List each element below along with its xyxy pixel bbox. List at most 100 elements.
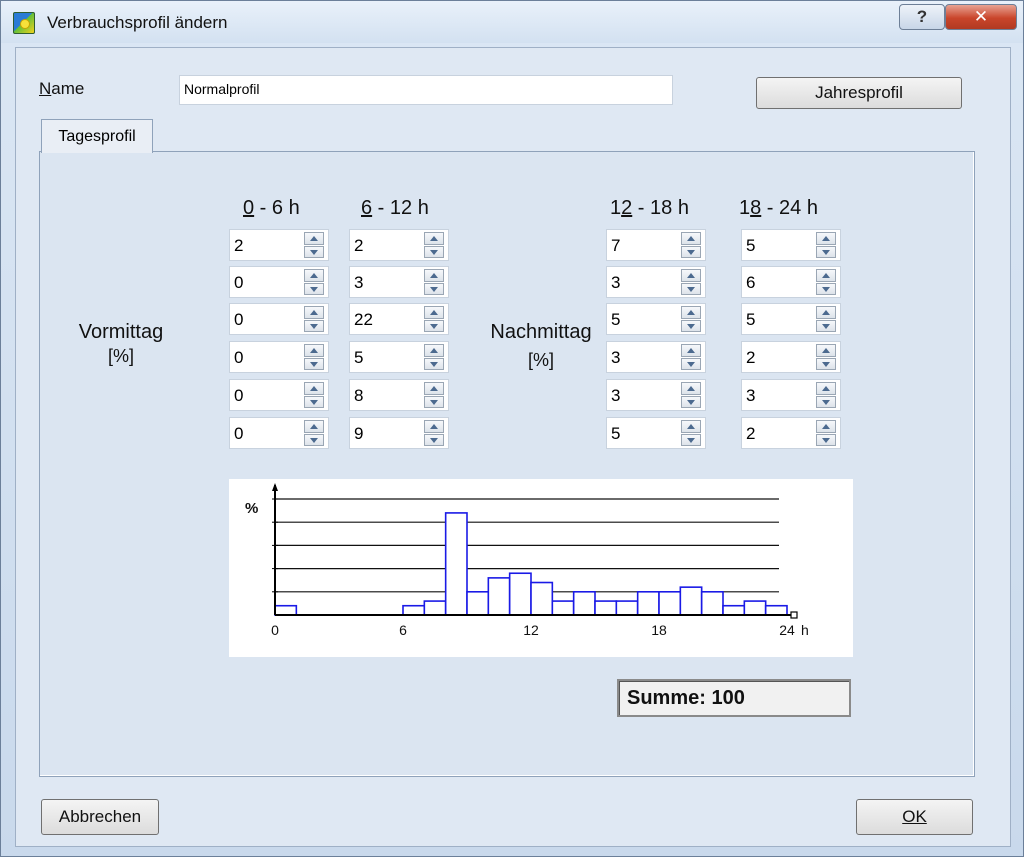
cancel-button[interactable]: Abbrechen — [41, 799, 159, 835]
hour-spinbox[interactable]: 9 — [349, 417, 449, 449]
spin-up-icon[interactable] — [816, 269, 836, 282]
spin-down-icon[interactable] — [681, 433, 701, 446]
hour-value[interactable]: 6 — [746, 273, 755, 293]
hour-value[interactable]: 0 — [234, 348, 243, 368]
hour-spinbox[interactable]: 5 — [606, 417, 706, 449]
hour-value[interactable]: 5 — [746, 236, 755, 256]
hour-value[interactable]: 0 — [234, 386, 243, 406]
spin-up-icon[interactable] — [304, 382, 324, 395]
hour-value[interactable]: 0 — [234, 273, 243, 293]
hour-value[interactable]: 7 — [611, 236, 620, 256]
spin-up-icon[interactable] — [816, 232, 836, 245]
spin-up-icon[interactable] — [424, 232, 444, 245]
hour-value[interactable]: 5 — [354, 348, 363, 368]
hour-value[interactable]: 5 — [611, 310, 620, 330]
hour-spinbox[interactable]: 8 — [349, 379, 449, 411]
hour-spinbox[interactable]: 3 — [349, 266, 449, 298]
hour-spinbox[interactable]: 5 — [741, 229, 841, 261]
spin-down-icon[interactable] — [304, 282, 324, 295]
title-bar[interactable]: Verbrauchsprofil ändern ? ✕ — [1, 1, 1023, 43]
spin-down-icon[interactable] — [424, 395, 444, 408]
hour-spinbox[interactable]: 5 — [349, 341, 449, 373]
spin-up-icon[interactable] — [816, 420, 836, 433]
spin-up-icon[interactable] — [424, 420, 444, 433]
spin-down-icon[interactable] — [681, 357, 701, 370]
spin-up-icon[interactable] — [681, 269, 701, 282]
hour-value[interactable]: 5 — [611, 424, 620, 444]
hour-value[interactable]: 8 — [354, 386, 363, 406]
spin-up-icon[interactable] — [304, 269, 324, 282]
close-button[interactable]: ✕ — [945, 4, 1017, 30]
hour-spinbox[interactable]: 0 — [229, 379, 329, 411]
hour-value[interactable]: 2 — [354, 236, 363, 256]
spin-down-icon[interactable] — [816, 395, 836, 408]
spin-down-icon[interactable] — [681, 282, 701, 295]
hour-value[interactable]: 3 — [354, 273, 363, 293]
spin-down-icon[interactable] — [424, 319, 444, 332]
spin-up-icon[interactable] — [681, 382, 701, 395]
jahresprofil-button[interactable]: Jahresprofil — [756, 77, 962, 109]
hour-spinbox[interactable]: 5 — [741, 303, 841, 335]
tab-tagesprofil[interactable]: Tagesprofil — [41, 119, 153, 153]
hour-value[interactable]: 0 — [234, 310, 243, 330]
hour-value[interactable]: 22 — [354, 310, 373, 330]
hour-spinbox[interactable]: 7 — [606, 229, 706, 261]
hour-value[interactable]: 3 — [746, 386, 755, 406]
spin-down-icon[interactable] — [424, 433, 444, 446]
spin-down-icon[interactable] — [424, 357, 444, 370]
hour-spinbox[interactable]: 22 — [349, 303, 449, 335]
spin-down-icon[interactable] — [424, 245, 444, 258]
name-input[interactable]: Normalprofil — [179, 75, 673, 105]
hour-spinbox[interactable]: 2 — [229, 229, 329, 261]
hour-value[interactable]: 2 — [746, 424, 755, 444]
spin-down-icon[interactable] — [304, 395, 324, 408]
hour-value[interactable]: 3 — [611, 386, 620, 406]
spin-up-icon[interactable] — [681, 306, 701, 319]
spin-up-icon[interactable] — [304, 420, 324, 433]
hour-spinbox[interactable]: 2 — [349, 229, 449, 261]
spin-up-icon[interactable] — [681, 420, 701, 433]
spin-up-icon[interactable] — [816, 344, 836, 357]
hour-spinbox[interactable]: 3 — [741, 379, 841, 411]
hour-spinbox[interactable]: 3 — [606, 266, 706, 298]
spin-down-icon[interactable] — [304, 433, 324, 446]
spin-down-icon[interactable] — [816, 282, 836, 295]
hour-spinbox[interactable]: 0 — [229, 341, 329, 373]
hour-value[interactable]: 9 — [354, 424, 363, 444]
spin-up-icon[interactable] — [304, 232, 324, 245]
hour-value[interactable]: 2 — [234, 236, 243, 256]
hour-spinbox[interactable]: 0 — [229, 417, 329, 449]
spin-up-icon[interactable] — [816, 382, 836, 395]
spin-down-icon[interactable] — [681, 245, 701, 258]
spin-down-icon[interactable] — [816, 319, 836, 332]
spin-up-icon[interactable] — [304, 306, 324, 319]
spin-up-icon[interactable] — [681, 344, 701, 357]
help-button[interactable]: ? — [899, 4, 945, 30]
spin-down-icon[interactable] — [681, 395, 701, 408]
hour-spinbox[interactable]: 2 — [741, 417, 841, 449]
spin-down-icon[interactable] — [304, 245, 324, 258]
hour-spinbox[interactable]: 6 — [741, 266, 841, 298]
spin-down-icon[interactable] — [424, 282, 444, 295]
spin-down-icon[interactable] — [304, 319, 324, 332]
spin-up-icon[interactable] — [304, 344, 324, 357]
spin-down-icon[interactable] — [681, 319, 701, 332]
ok-button[interactable]: OK — [856, 799, 973, 835]
spin-up-icon[interactable] — [424, 344, 444, 357]
spin-up-icon[interactable] — [681, 232, 701, 245]
spin-down-icon[interactable] — [816, 245, 836, 258]
spin-down-icon[interactable] — [816, 357, 836, 370]
hour-spinbox[interactable]: 3 — [606, 341, 706, 373]
hour-spinbox[interactable]: 3 — [606, 379, 706, 411]
spin-up-icon[interactable] — [424, 269, 444, 282]
hour-spinbox[interactable]: 0 — [229, 303, 329, 335]
spin-down-icon[interactable] — [304, 357, 324, 370]
spin-down-icon[interactable] — [816, 433, 836, 446]
hour-value[interactable]: 0 — [234, 424, 243, 444]
spin-up-icon[interactable] — [424, 382, 444, 395]
spin-up-icon[interactable] — [424, 306, 444, 319]
hour-spinbox[interactable]: 2 — [741, 341, 841, 373]
hour-value[interactable]: 3 — [611, 273, 620, 293]
hour-spinbox[interactable]: 5 — [606, 303, 706, 335]
hour-value[interactable]: 5 — [746, 310, 755, 330]
